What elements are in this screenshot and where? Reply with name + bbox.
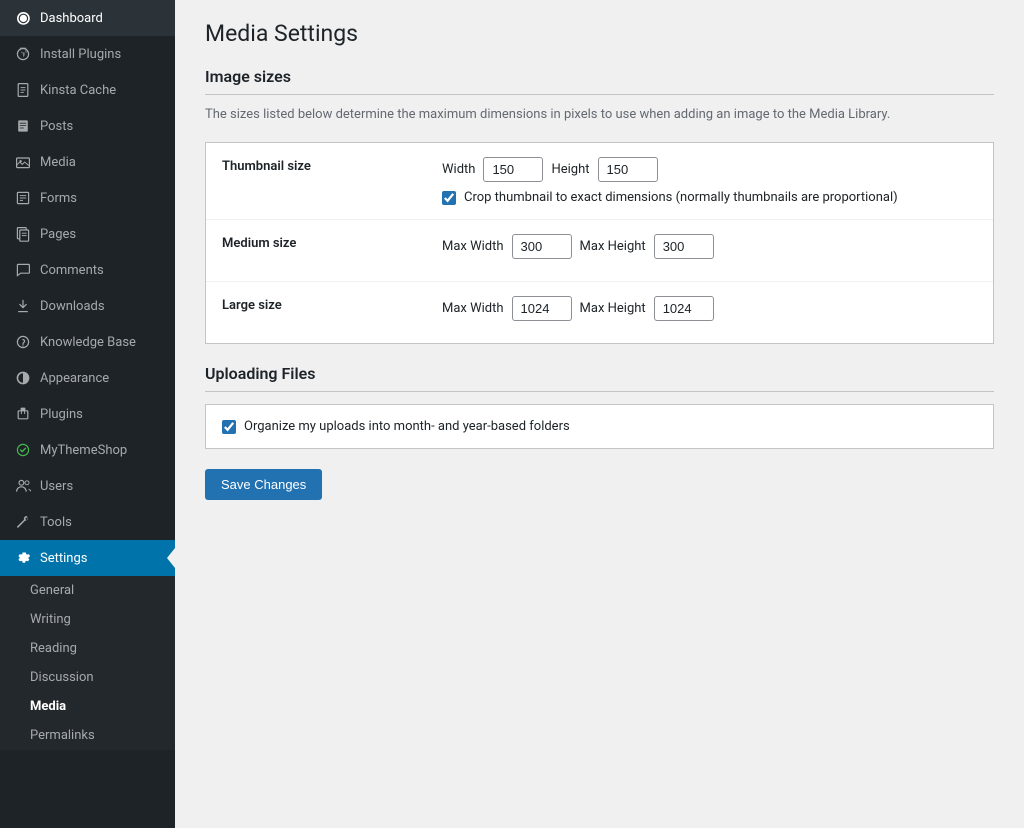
sidebar-item-dashboard-label: Dashboard bbox=[40, 11, 103, 26]
thumbnail-crop-row: Crop thumbnail to exact dimensions (norm… bbox=[442, 190, 977, 205]
submenu-item-writing[interactable]: Writing bbox=[0, 605, 175, 634]
sidebar-item-posts-label: Posts bbox=[40, 119, 73, 134]
downloads-icon bbox=[14, 297, 32, 315]
submenu-item-reading[interactable]: Reading bbox=[0, 634, 175, 663]
uploading-files-title: Uploading Files bbox=[205, 364, 994, 392]
sidebar-item-kinsta-cache[interactable]: Kinsta Cache bbox=[0, 72, 175, 108]
medium-max-width-input[interactable] bbox=[512, 234, 572, 259]
large-dimensions-row: Max Width Max Height bbox=[442, 296, 977, 321]
large-max-height-label: Max Height bbox=[580, 301, 646, 316]
uploading-files-section: Uploading Files Organize my uploads into… bbox=[205, 364, 994, 449]
thumbnail-height-input[interactable] bbox=[598, 157, 658, 182]
organize-uploads-label: Organize my uploads into month- and year… bbox=[244, 419, 570, 434]
page-icon bbox=[14, 81, 32, 99]
comments-icon bbox=[14, 261, 32, 279]
sidebar-item-users[interactable]: Users bbox=[0, 468, 175, 504]
sidebar-item-install-plugins[interactable]: Install Plugins bbox=[0, 36, 175, 72]
medium-content: Max Width Max Height bbox=[442, 234, 977, 267]
sidebar-item-pages-label: Pages bbox=[40, 227, 76, 242]
thumbnail-dimensions-row: Width Height bbox=[442, 157, 977, 182]
thumbnail-crop-checkbox[interactable] bbox=[442, 191, 456, 205]
large-max-height-input[interactable] bbox=[654, 296, 714, 321]
sidebar-item-media[interactable]: Media bbox=[0, 144, 175, 180]
large-content: Max Width Max Height bbox=[442, 296, 977, 329]
sidebar-item-install-plugins-label: Install Plugins bbox=[40, 47, 121, 62]
plugin-icon bbox=[14, 45, 32, 63]
organize-uploads-row: Organize my uploads into month- and year… bbox=[206, 405, 993, 448]
sidebar-item-tools-label: Tools bbox=[40, 515, 72, 530]
forms-icon bbox=[14, 189, 32, 207]
thumbnail-width-input[interactable] bbox=[483, 157, 543, 182]
sidebar-item-mythemeshop-label: MyThemeShop bbox=[40, 443, 127, 458]
thumbnail-row: Thumbnail size Width Height Crop thumbna… bbox=[206, 143, 993, 220]
submenu-item-media[interactable]: Media bbox=[0, 692, 175, 721]
knowledge-icon bbox=[14, 333, 32, 351]
sidebar-item-users-label: Users bbox=[40, 479, 73, 494]
large-label: Large size bbox=[222, 296, 442, 329]
mythemeshop-icon bbox=[14, 441, 32, 459]
appearance-icon bbox=[14, 369, 32, 387]
sidebar-item-downloads[interactable]: Downloads bbox=[0, 288, 175, 324]
sidebar: Dashboard Install Plugins Kinsta Cache P… bbox=[0, 0, 175, 828]
users-icon bbox=[14, 477, 32, 495]
sidebar-item-appearance[interactable]: Appearance bbox=[0, 360, 175, 396]
sidebar-item-settings-label: Settings bbox=[40, 551, 87, 566]
thumbnail-crop-label: Crop thumbnail to exact dimensions (norm… bbox=[464, 190, 898, 205]
uploading-files-form: Organize my uploads into month- and year… bbox=[205, 404, 994, 449]
medium-max-height-label: Max Height bbox=[580, 239, 646, 254]
large-row: Large size Max Width Max Height bbox=[206, 282, 993, 343]
pages-icon bbox=[14, 225, 32, 243]
plugins-icon bbox=[14, 405, 32, 423]
medium-row: Medium size Max Width Max Height bbox=[206, 220, 993, 282]
medium-dimensions-row: Max Width Max Height bbox=[442, 234, 977, 259]
submenu-item-discussion[interactable]: Discussion bbox=[0, 663, 175, 692]
sidebar-item-posts[interactable]: Posts bbox=[0, 108, 175, 144]
image-sizes-form: Thumbnail size Width Height Crop thumbna… bbox=[205, 142, 994, 344]
sidebar-item-comments-label: Comments bbox=[40, 263, 104, 278]
settings-icon bbox=[14, 549, 32, 567]
sidebar-item-pages[interactable]: Pages bbox=[0, 216, 175, 252]
medium-max-width-label: Max Width bbox=[442, 239, 504, 254]
sidebar-item-knowledge-base-label: Knowledge Base bbox=[40, 335, 136, 350]
sidebar-item-appearance-label: Appearance bbox=[40, 371, 109, 386]
sidebar-item-plugins-label: Plugins bbox=[40, 407, 83, 422]
media-icon bbox=[14, 153, 32, 171]
sidebar-item-downloads-label: Downloads bbox=[40, 299, 105, 314]
large-max-width-label: Max Width bbox=[442, 301, 504, 316]
image-sizes-description: The sizes listed below determine the max… bbox=[205, 107, 994, 122]
main-content: Media Settings Image sizes The sizes lis… bbox=[175, 0, 1024, 828]
thumbnail-height-label: Height bbox=[551, 162, 589, 177]
thumbnail-label: Thumbnail size bbox=[222, 157, 442, 205]
page-title: Media Settings bbox=[205, 20, 994, 47]
image-sizes-section: Image sizes The sizes listed below deter… bbox=[205, 67, 994, 344]
large-max-width-input[interactable] bbox=[512, 296, 572, 321]
sidebar-item-kinsta-cache-label: Kinsta Cache bbox=[40, 83, 116, 98]
sidebar-item-plugins[interactable]: Plugins bbox=[0, 396, 175, 432]
image-sizes-title: Image sizes bbox=[205, 67, 994, 95]
organize-uploads-content: Organize my uploads into month- and year… bbox=[222, 419, 977, 434]
sidebar-item-media-label: Media bbox=[40, 155, 76, 170]
submenu-item-general[interactable]: General bbox=[0, 576, 175, 605]
medium-label: Medium size bbox=[222, 234, 442, 267]
tools-icon bbox=[14, 513, 32, 531]
thumbnail-content: Width Height Crop thumbnail to exact dim… bbox=[442, 157, 977, 205]
save-changes-button[interactable]: Save Changes bbox=[205, 469, 322, 500]
medium-max-height-input[interactable] bbox=[654, 234, 714, 259]
organize-uploads-checkbox-row: Organize my uploads into month- and year… bbox=[222, 419, 977, 434]
sidebar-item-comments[interactable]: Comments bbox=[0, 252, 175, 288]
sidebar-item-tools[interactable]: Tools bbox=[0, 504, 175, 540]
sidebar-item-settings[interactable]: Settings bbox=[0, 540, 175, 576]
settings-submenu: General Writing Reading Discussion Media… bbox=[0, 576, 175, 750]
posts-icon bbox=[14, 117, 32, 135]
thumbnail-width-label: Width bbox=[442, 162, 475, 177]
sidebar-item-dashboard[interactable]: Dashboard bbox=[0, 0, 175, 36]
sidebar-item-knowledge-base[interactable]: Knowledge Base bbox=[0, 324, 175, 360]
dashboard-icon bbox=[14, 9, 32, 27]
sidebar-item-forms-label: Forms bbox=[40, 191, 77, 206]
submenu-item-permalinks[interactable]: Permalinks bbox=[0, 721, 175, 750]
sidebar-item-mythemeshop[interactable]: MyThemeShop bbox=[0, 432, 175, 468]
organize-uploads-checkbox[interactable] bbox=[222, 420, 236, 434]
sidebar-item-forms[interactable]: Forms bbox=[0, 180, 175, 216]
